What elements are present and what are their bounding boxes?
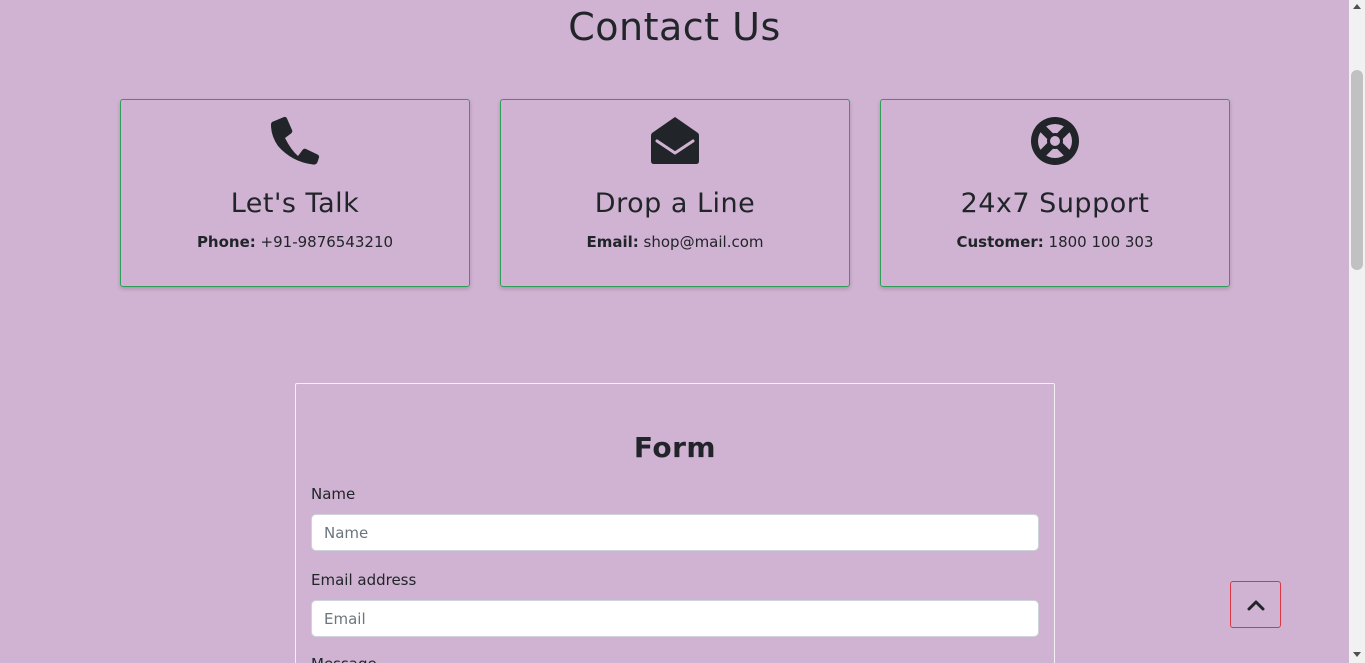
- card-info-label: Email:: [586, 233, 639, 251]
- contact-page: Contact Us Let's Talk Phone: +91-9876543…: [0, 0, 1349, 663]
- scroll-up-arrow[interactable]: [1353, 4, 1361, 9]
- card-title: Drop a Line: [594, 188, 756, 219]
- envelope-open-icon: [650, 116, 700, 166]
- chevron-up-icon: [1247, 600, 1265, 611]
- contact-card-support: 24x7 Support Customer: 1800 100 303: [880, 99, 1230, 287]
- card-info: Email: shop@mail.com: [501, 232, 849, 252]
- scroll-down-arrow[interactable]: [1353, 652, 1361, 657]
- card-info: Customer: 1800 100 303: [881, 232, 1229, 252]
- back-to-top-button[interactable]: [1230, 581, 1281, 628]
- vertical-scrollbar[interactable]: [1349, 0, 1365, 663]
- card-title: Let's Talk: [230, 188, 360, 219]
- name-input[interactable]: [311, 514, 1039, 551]
- card-info-label: Phone:: [196, 233, 256, 251]
- card-info: Phone: +91-9876543210: [121, 232, 469, 252]
- card-info-label: Customer:: [956, 233, 1044, 251]
- phone-icon: [270, 116, 320, 166]
- scrollbar-thumb[interactable]: [1351, 70, 1363, 270]
- contact-form: Form Name Email address Message: [295, 383, 1055, 663]
- email-label: Email address: [311, 571, 417, 589]
- name-label: Name: [311, 485, 356, 503]
- message-label: Message: [311, 654, 377, 663]
- card-title: 24x7 Support: [960, 188, 1150, 219]
- form-title: Form: [633, 431, 717, 464]
- contact-card-email: Drop a Line Email: shop@mail.com: [500, 99, 850, 287]
- email-address: shop@mail.com: [643, 233, 764, 251]
- contact-card-phone: Let's Talk Phone: +91-9876543210: [120, 99, 470, 287]
- email-input[interactable]: [311, 600, 1039, 637]
- phone-number: +91-9876543210: [260, 233, 394, 251]
- page-title: Contact Us: [568, 5, 781, 49]
- life-ring-icon: [1030, 116, 1080, 166]
- support-number: 1800 100 303: [1048, 233, 1154, 251]
